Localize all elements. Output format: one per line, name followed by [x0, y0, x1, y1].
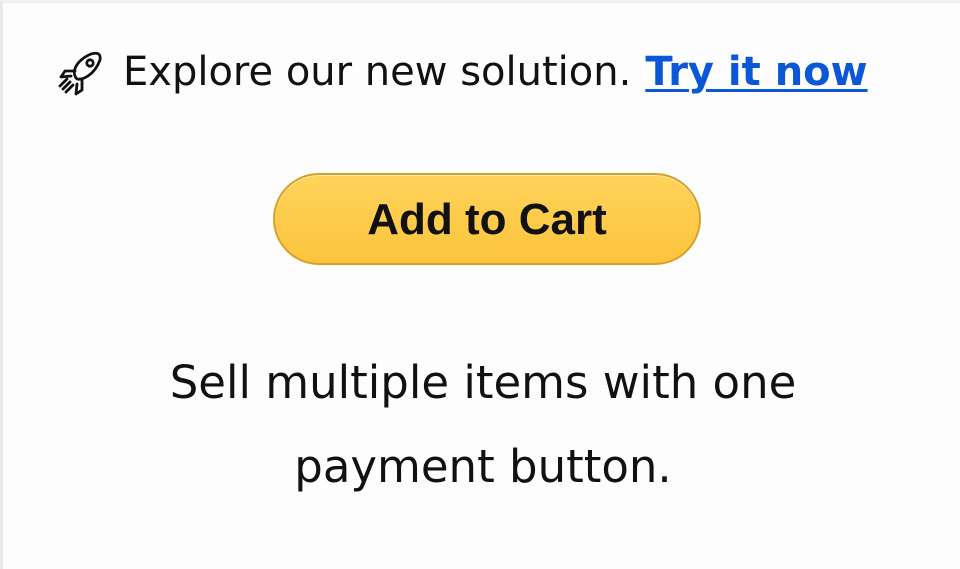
- description-line-2: payment button.: [294, 440, 672, 493]
- promo-banner: Explore our new solution. Try it now: [53, 41, 868, 103]
- try-it-now-link[interactable]: Try it now: [645, 41, 867, 103]
- rocket-icon: [53, 44, 109, 100]
- promo-card: Explore our new solution. Try it now Add…: [0, 0, 960, 569]
- description-line-1: Sell multiple items with one: [169, 356, 797, 409]
- promo-text: Explore our new solution.: [123, 49, 632, 95]
- add-to-cart-button[interactable]: Add to Cart: [273, 173, 701, 265]
- payment-description: Sell multiple items with one payment but…: [3, 341, 960, 509]
